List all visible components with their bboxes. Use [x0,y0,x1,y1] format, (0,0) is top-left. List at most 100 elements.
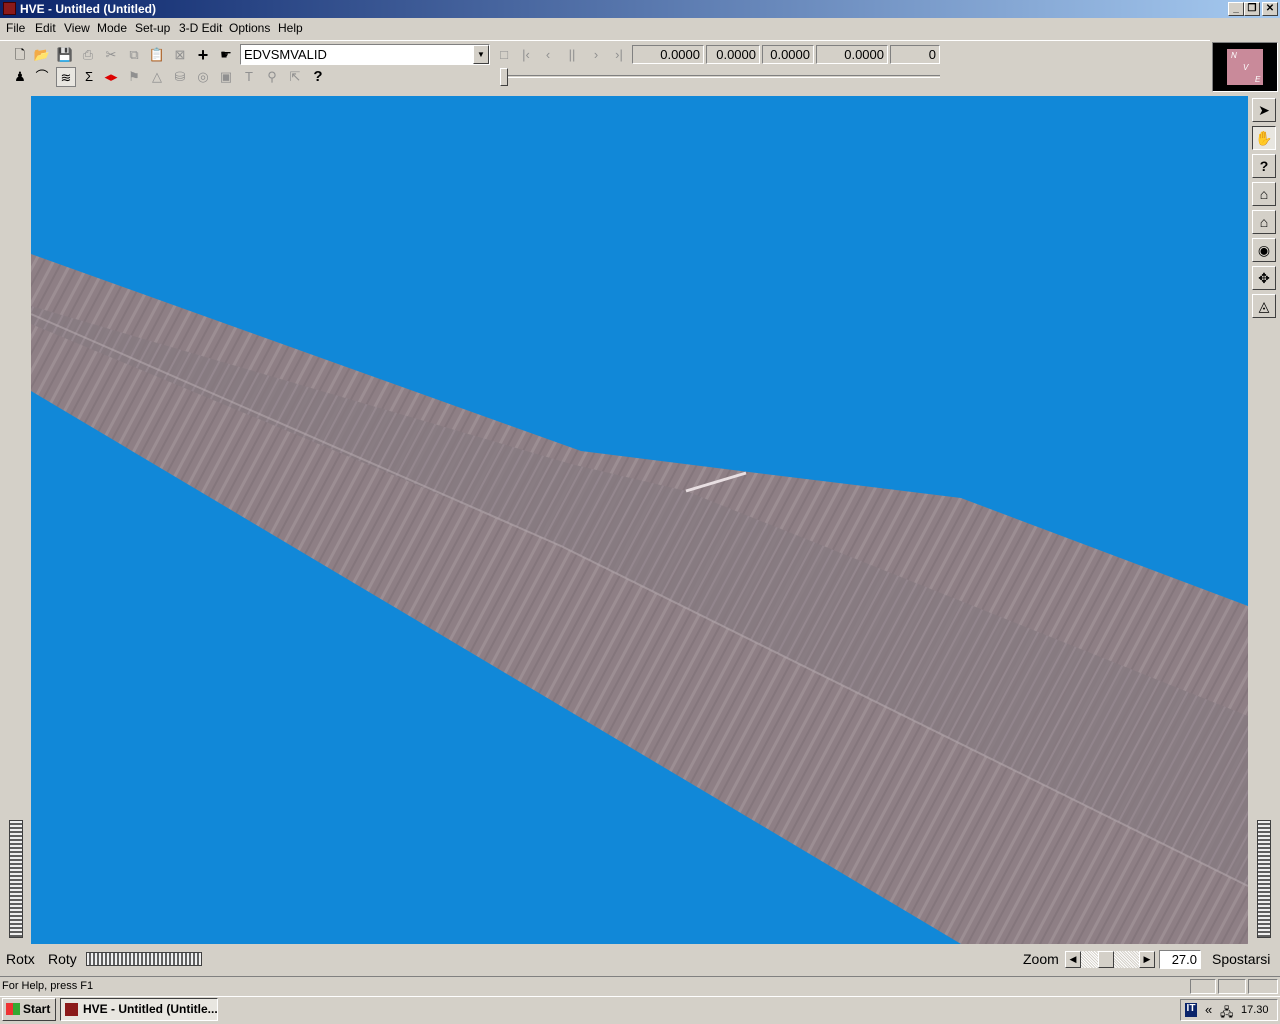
logo-letter-e: E [1255,75,1261,84]
clock[interactable]: 17.30 [1241,1004,1269,1016]
save-icon[interactable]: 💾 [55,45,75,65]
hve-task-icon [65,1003,78,1016]
menu-mode[interactable]: Mode [97,21,127,35]
menu-options[interactable]: Options [229,21,270,35]
view-eye-icon[interactable]: ◉ [1252,238,1276,262]
logo-letter-n: N [1231,51,1237,60]
flag-icon[interactable]: ⚑ [124,67,144,87]
window-title: HVE - Untitled (Untitled) [20,2,156,16]
system-tray: IT « 🖧 17.30 [1180,999,1278,1021]
zoom-scrollbar[interactable]: ◀ ▶ [1065,951,1155,968]
hve-logo: N V E [1212,42,1278,92]
sigma-icon[interactable]: Σ [79,67,99,87]
status-cell-2 [1218,979,1246,994]
step-back-icon[interactable]: ‹ [538,45,558,65]
pause-icon[interactable]: || [562,45,582,65]
rotx-label: Rotx [6,951,35,967]
menu-help[interactable]: Help [278,21,303,35]
roty-thumbwheel[interactable] [86,952,202,966]
new-file-icon[interactable]: 🗋 [10,45,30,65]
windows-flag-icon [6,1003,20,1015]
language-indicator[interactable]: IT [1185,1003,1197,1017]
zoom-right-arrow-icon[interactable]: ▶ [1139,951,1155,968]
vehicle-icon[interactable]: ⌒ [32,67,52,87]
close-button[interactable]: ✕ [1262,2,1278,16]
road-scene [31,254,1248,944]
text-tool-icon[interactable]: T [239,67,259,87]
pan-hand-icon[interactable]: ✋ [1252,126,1276,150]
status-cell-3 [1248,979,1278,994]
tray-expand-icon[interactable]: « [1205,1002,1212,1017]
menu-bar: File Edit View Mode Set-up 3-D Edit Opti… [0,18,1280,38]
stop-icon[interactable]: □ [494,45,514,65]
road-surface [31,254,1248,944]
arrow-tool-icon[interactable]: ⇱ [285,67,305,87]
time-slider-track[interactable] [500,75,940,78]
start-label: Start [23,1002,51,1016]
readout-1: 0.0000 [632,45,704,64]
skip-start-icon[interactable]: |‹ [516,45,536,65]
zoom-value-field[interactable]: 27.0 [1159,950,1201,969]
target-icon[interactable]: ◎ [193,67,213,87]
person-icon[interactable]: ♟ [10,67,30,87]
home-icon[interactable]: ⌂ [1252,182,1276,206]
left-panel [0,94,31,946]
print-icon[interactable]: ⎙ [78,45,98,65]
time-slider-thumb[interactable] [500,68,508,86]
red-arrows-icon[interactable]: ◂▸ [101,67,121,87]
zoom-label: Zoom [1023,951,1059,967]
mode-label: Spostarsi [1212,951,1271,967]
copy-icon[interactable]: ⧉ [124,45,144,65]
select-arrow-icon[interactable]: ➤ [1252,98,1276,122]
triangle-icon[interactable]: △ [147,67,167,87]
zoom-scroll-thumb[interactable] [1098,951,1114,968]
pin-icon[interactable]: ⚲ [262,67,282,87]
right-thumbwheel[interactable] [1257,820,1271,938]
query-icon[interactable]: ? [1252,154,1276,178]
event-select-value: EDVSMVALID [244,47,327,62]
cut-icon[interactable]: ✂ [101,45,121,65]
status-bar: For Help, press F1 [0,976,1280,996]
box-icon[interactable]: ▣ [216,67,236,87]
delete-icon[interactable]: ⊠ [170,45,190,65]
taskbar-item-hve[interactable]: HVE - Untitled (Untitle... [60,998,218,1021]
roty-label: Roty [48,951,77,967]
add-icon[interactable]: + [193,45,213,65]
zoom-left-arrow-icon[interactable]: ◀ [1065,951,1081,968]
environment-icon[interactable]: ≋ [56,67,76,87]
task-label: HVE - Untitled (Untitle... [83,1002,218,1016]
toolbar: 🗋 📂 💾 ⎙ ✂ ⧉ 📋 ⊠ + ☛ ♟ ⌒ ≋ Σ ◂▸ ⚑ △ ⛁ ◎ ▣… [0,40,1210,92]
left-thumbwheel[interactable] [9,820,23,938]
status-cell-1 [1190,979,1216,994]
set-home-icon[interactable]: ⌂ [1252,210,1276,234]
paste-icon[interactable]: 📋 [147,45,167,65]
menu-view[interactable]: View [64,21,90,35]
network-icon[interactable]: 🖧 [1220,1003,1233,1024]
logo-letter-v: V [1243,63,1249,72]
start-button[interactable]: Start [2,998,56,1021]
readout-3: 0.0000 [762,45,814,64]
skip-end-icon[interactable]: ›| [609,45,629,65]
help-icon[interactable]: ? [308,67,328,87]
readout-5: 0 [890,45,940,64]
logo-mark: N V E [1227,49,1263,85]
barrel-icon[interactable]: ⛁ [170,67,190,87]
menu-3d-edit[interactable]: 3-D Edit [179,21,222,35]
event-select[interactable]: EDVSMVALID ▼ [240,44,490,65]
app-icon[interactable] [3,2,16,15]
hand-pointer-icon[interactable]: ☛ [216,45,236,65]
step-forward-icon[interactable]: › [586,45,606,65]
3d-viewport[interactable] [31,96,1248,944]
perspective-icon[interactable]: ◬ [1252,294,1276,318]
menu-setup[interactable]: Set-up [135,21,170,35]
restore-button[interactable]: ❐ [1244,2,1260,16]
menu-file[interactable]: File [6,21,25,35]
open-folder-icon[interactable]: 📂 [32,45,52,65]
seek-icon[interactable]: ✥ [1252,266,1276,290]
chevron-down-icon[interactable]: ▼ [473,45,489,64]
status-help-text: For Help, press F1 [2,980,94,992]
readout-2: 0.0000 [706,45,760,64]
menu-edit[interactable]: Edit [35,21,56,35]
minimize-button[interactable]: _ [1228,2,1244,16]
title-bar: HVE - Untitled (Untitled) _ ❐ ✕ [0,0,1280,18]
